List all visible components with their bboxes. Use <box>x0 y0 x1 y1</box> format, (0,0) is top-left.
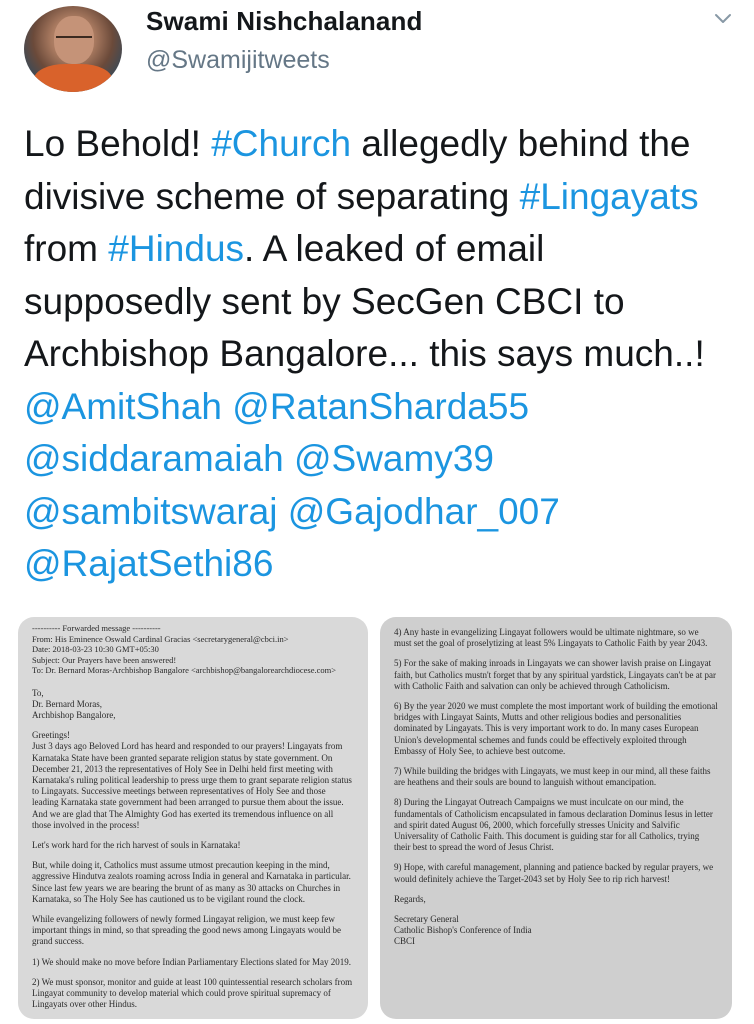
avatar-glasses <box>56 36 92 42</box>
tweet-link[interactable]: #Lingayats <box>520 176 699 217</box>
document-paragraph: 4) Any haste in evangelizing Lingayat fo… <box>394 627 708 649</box>
document-paragraph: 7) While building the bridges with Linga… <box>394 766 711 788</box>
tweet-link[interactable]: #Church <box>211 123 351 164</box>
tweet-text-segment: from <box>24 228 109 269</box>
author-name[interactable]: Swami Nishchalanand <box>146 6 422 37</box>
avatar[interactable] <box>24 6 122 92</box>
document-paragraph: 1) We should make no move before Indian … <box>32 956 352 967</box>
tweet-text-segment <box>277 491 287 532</box>
tweet-link[interactable]: @siddaramaiah <box>24 438 284 479</box>
document-paragraph: 2) We must sponsor, monitor and guide at… <box>32 976 353 1010</box>
leaked-email-page-2: 4) Any haste in evangelizing Lingayat fo… <box>380 617 732 963</box>
avatar-robe <box>34 64 112 92</box>
tweet-link[interactable]: @RajatSethi86 <box>24 543 273 584</box>
tweet-link[interactable]: @RatanSharda55 <box>232 386 529 427</box>
document-paragraph: Secretary General Catholic Bishop's Conf… <box>394 914 532 947</box>
tweet-text-segment <box>284 438 294 479</box>
document-paragraph: Greetings! Just 3 days ago Beloved Lord … <box>32 730 352 830</box>
document-paragraph: While evangelizing followers of newly fo… <box>32 913 341 947</box>
tweet-link[interactable]: #Hindus <box>108 228 244 269</box>
document-paragraph: Regards, <box>394 893 426 904</box>
tweet-link[interactable]: @AmitShah <box>24 386 222 427</box>
tweet-media-image-2[interactable]: 4) Any haste in evangelizing Lingayat fo… <box>380 617 732 1019</box>
tweet-text-segment <box>222 386 232 427</box>
document-paragraph: Let's work hard for the rich harvest of … <box>32 839 241 850</box>
chevron-down-icon[interactable] <box>714 10 732 28</box>
tweet-media-image-1[interactable]: ---------- Forwarded message ---------- … <box>18 617 368 1019</box>
document-paragraph: 5) For the sake of making inroads in Lin… <box>394 658 717 691</box>
author-handle[interactable]: @Swamijitweets <box>146 46 330 75</box>
document-paragraph: To, Dr. Bernard Moras, Archbishop Bangal… <box>32 687 116 720</box>
document-paragraph: ---------- Forwarded message ---------- … <box>32 623 337 675</box>
document-paragraph: 6) By the year 2020 we must complete the… <box>394 701 718 756</box>
document-paragraph: 9) Hope, with careful management, planni… <box>394 862 714 884</box>
leaked-email-page-1: ---------- Forwarded message ---------- … <box>18 617 368 1019</box>
tweet-text-segment: Lo Behold! <box>24 123 212 164</box>
tweet-link[interactable]: @Swamy39 <box>294 438 494 479</box>
document-paragraph: 8) During the Lingayat Outreach Campaign… <box>394 797 713 853</box>
document-paragraph: But, while doing it, Catholics must assu… <box>32 860 351 904</box>
tweet-link[interactable]: @Gajodhar_007 <box>288 491 560 532</box>
tweet-text: Lo Behold! #Church allegedly behind the … <box>24 118 739 591</box>
tweet-link[interactable]: @sambitswaraj <box>24 491 277 532</box>
